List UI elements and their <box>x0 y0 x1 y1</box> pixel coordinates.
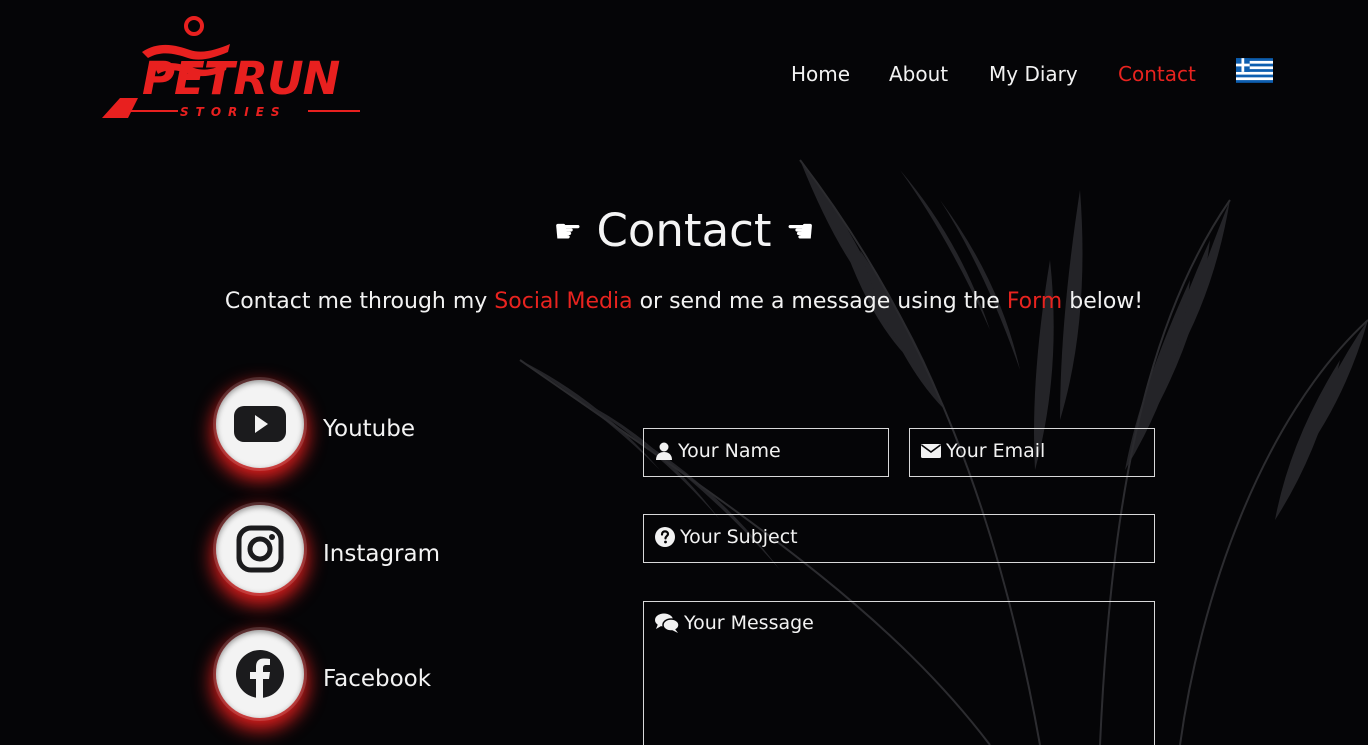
name-placeholder-text: Your Name <box>678 440 781 462</box>
pointing-left-hand-icon: ☚ <box>785 212 815 250</box>
user-icon <box>656 442 672 460</box>
subtitle-part: or send me a message using the <box>632 289 1007 314</box>
envelope-icon <box>921 444 941 458</box>
instagram-button[interactable] <box>216 505 304 593</box>
email-placeholder-text: Your Email <box>946 440 1046 462</box>
message-field[interactable]: Your Message <box>643 601 1155 745</box>
message-placeholder-text: Your Message <box>684 612 814 634</box>
logo-wordmark: PETRUN <box>142 52 340 105</box>
subject-placeholder-text: Your Subject <box>680 526 798 548</box>
nav-contact[interactable]: Contact <box>1118 62 1196 86</box>
question-circle-icon <box>655 527 675 547</box>
youtube-button[interactable] <box>216 380 304 468</box>
nav-home[interactable]: Home <box>791 62 850 86</box>
page-title: ☛ Contact ☚ <box>0 204 1368 258</box>
pointing-right-hand-icon: ☛ <box>553 212 583 250</box>
facebook-icon <box>236 650 284 698</box>
facebook-button[interactable] <box>216 630 304 718</box>
logo-subtext: STORIES <box>180 105 287 119</box>
name-field[interactable]: Your Name <box>643 428 889 477</box>
subject-placeholder: Your Subject <box>654 526 798 548</box>
name-placeholder: Your Name <box>654 440 781 462</box>
email-placeholder: Your Email <box>920 440 1045 462</box>
social-youtube[interactable]: Youtube <box>216 380 476 468</box>
page: PETRUN STORIES Home About My Diary Conta… <box>0 0 1368 745</box>
social-label-youtube[interactable]: Youtube <box>323 416 415 442</box>
instagram-icon <box>236 525 284 573</box>
social-facebook[interactable]: Facebook <box>216 630 476 718</box>
subtitle-part: Contact me through my <box>224 289 495 314</box>
nav-my-diary[interactable]: My Diary <box>989 62 1078 86</box>
site-logo[interactable]: PETRUN STORIES <box>98 14 364 124</box>
page-title-text: Contact <box>596 204 772 257</box>
social-instagram[interactable]: Instagram <box>216 505 476 593</box>
message-placeholder: Your Message <box>654 612 814 634</box>
social-media-highlight: Social Media <box>494 289 633 314</box>
subject-field[interactable]: Your Subject <box>643 514 1155 563</box>
social-label-instagram[interactable]: Instagram <box>323 541 440 567</box>
form-highlight: Form <box>1006 289 1063 314</box>
social-label-facebook[interactable]: Facebook <box>323 666 431 692</box>
comments-icon <box>655 613 680 633</box>
subtitle-part: below! <box>1062 289 1144 314</box>
nav-about[interactable]: About <box>889 62 948 86</box>
page-subtitle: Contact me through my Social Media or se… <box>0 288 1368 317</box>
youtube-icon <box>234 406 286 442</box>
email-field[interactable]: Your Email <box>909 428 1155 477</box>
greece-flag-icon[interactable] <box>1236 58 1273 83</box>
